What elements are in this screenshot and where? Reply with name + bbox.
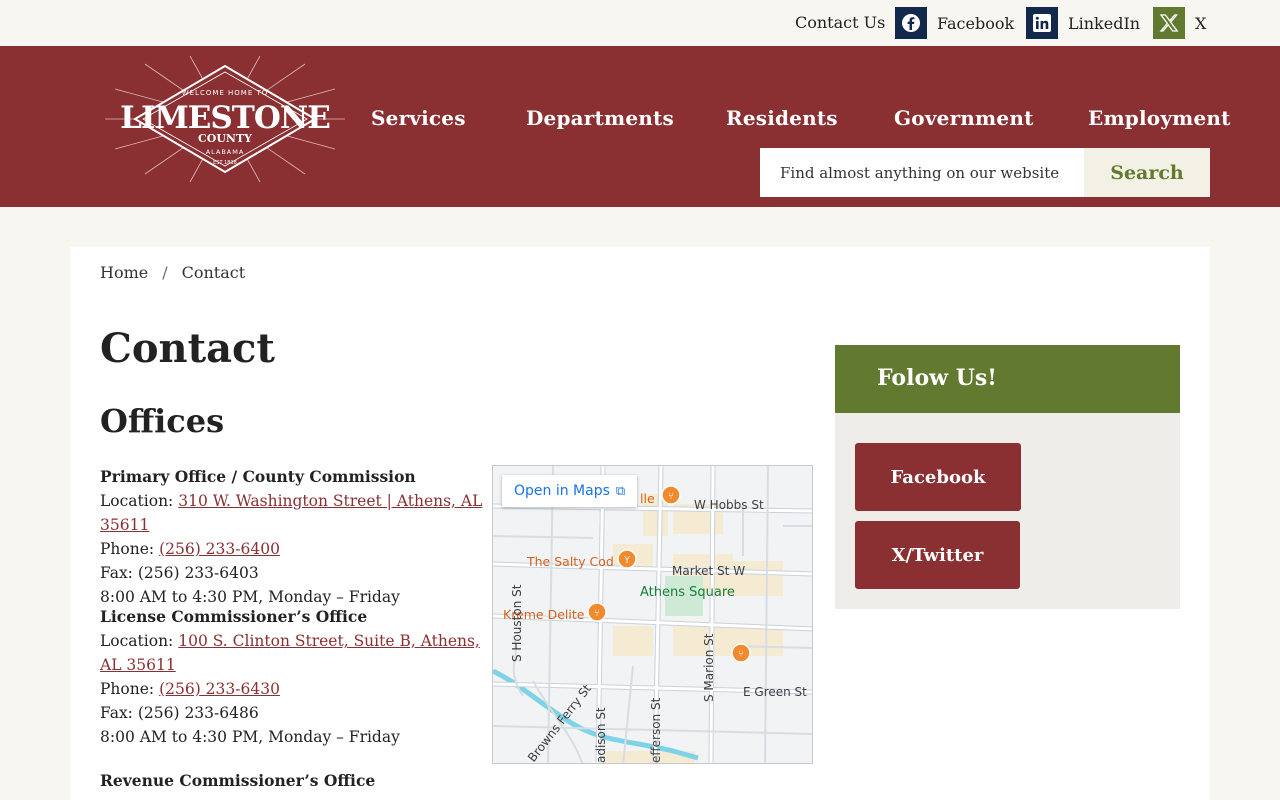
logo-top-text: WELCOME HOME TO xyxy=(182,89,269,97)
logo-state: ALABAMA xyxy=(206,148,245,156)
facebook-link[interactable]: Facebook xyxy=(895,7,1014,39)
svg-text:⑂: ⑂ xyxy=(594,608,600,619)
map-poi-label: lle xyxy=(640,491,655,506)
logo-est: EST 1818 xyxy=(213,160,237,166)
svg-text:⑂: ⑂ xyxy=(668,491,674,502)
map-street-label: E Green St xyxy=(743,685,807,699)
utility-bar: Contact Us Facebook LinkedIn X xyxy=(0,0,1280,46)
facebook-icon xyxy=(895,7,927,39)
section-title: Offices xyxy=(100,402,225,440)
svg-text:⑂: ⑂ xyxy=(738,649,744,660)
linkedin-link[interactable]: LinkedIn xyxy=(1026,7,1140,39)
site-header: WELCOME HOME TO LIMESTONE COUNTY ALABAMA… xyxy=(0,46,1280,207)
contact-us-link[interactable]: Contact Us xyxy=(795,13,885,32)
map-street-label: S Houston St xyxy=(510,584,524,662)
follow-x-twitter-button[interactable]: X/Twitter xyxy=(855,521,1020,589)
external-link-icon: ⧉ xyxy=(615,483,626,499)
phone-label: Phone: xyxy=(100,680,155,698)
office-revenue: Revenue Commissioner’s Office xyxy=(100,769,485,793)
location-label: Location: xyxy=(100,632,174,650)
nav-services[interactable]: Services xyxy=(371,106,466,130)
office-phone-link[interactable]: (256) 233-6430 xyxy=(159,680,280,698)
follow-us-panel: Folow Us! Facebook X/Twitter xyxy=(835,345,1180,609)
map-street-label: S Marion St xyxy=(702,633,716,703)
map-street-label: adison St xyxy=(594,707,608,763)
map-pin[interactable]: ⑂ xyxy=(731,643,751,663)
location-label: Location: xyxy=(100,492,174,510)
office-primary: Primary Office / County Commission Locat… xyxy=(100,465,485,609)
map-street-label: efferson St xyxy=(649,697,663,763)
search-button[interactable]: Search xyxy=(1084,148,1210,197)
nav-government[interactable]: Government xyxy=(894,106,1034,130)
nav-departments[interactable]: Departments xyxy=(526,106,674,130)
linkedin-label: LinkedIn xyxy=(1068,13,1141,33)
x-link[interactable]: X xyxy=(1153,7,1206,39)
office-name: Primary Office / County Commission xyxy=(100,467,416,486)
search-input[interactable] xyxy=(760,148,1084,197)
map-street-label: Market St W xyxy=(672,564,746,578)
map-poi-label: The Salty Cod xyxy=(527,554,614,569)
page-title: Contact xyxy=(100,325,275,372)
content-card: Home / Contact Contact Offices Primary Off… xyxy=(70,247,1210,800)
office-fax: Fax: (256) 233-6403 xyxy=(100,564,259,582)
map-pin[interactable]: Y xyxy=(617,549,637,569)
breadcrumb-current: Contact xyxy=(181,263,246,282)
x-icon xyxy=(1153,7,1185,39)
map-street-label: W Hobbs St xyxy=(694,498,764,512)
nav-residents[interactable]: Residents xyxy=(726,106,838,130)
office-name: Revenue Commissioner’s Office xyxy=(100,771,376,790)
breadcrumb-separator: / xyxy=(162,263,168,282)
follow-facebook-button[interactable]: Facebook xyxy=(855,443,1021,511)
x-label: X xyxy=(1195,13,1207,33)
phone-label: Phone: xyxy=(100,540,155,558)
logo-name: LIMESTONE xyxy=(120,100,330,136)
office-map[interactable]: ⑂ Y ⑂ ⑂ Open in Maps ⧉ lle The Salty Cod… xyxy=(492,465,813,764)
logo-county: COUNTY xyxy=(198,132,252,145)
office-phone-link[interactable]: (256) 233-6400 xyxy=(159,540,280,558)
svg-text:Y: Y xyxy=(623,555,631,566)
map-pin[interactable]: ⑂ xyxy=(661,485,681,505)
open-in-maps-label: Open in Maps xyxy=(514,483,610,499)
facebook-label: Facebook xyxy=(937,13,1015,33)
open-in-maps-button[interactable]: Open in Maps ⧉ xyxy=(502,475,638,507)
office-license: License Commissioner’s Office Location: … xyxy=(100,605,480,749)
limestone-county-logo[interactable]: WELCOME HOME TO LIMESTONE COUNTY ALABAMA… xyxy=(100,54,350,184)
linkedin-icon xyxy=(1026,7,1058,39)
breadcrumb: Home / Contact xyxy=(100,263,245,282)
follow-us-title: Folow Us! xyxy=(835,345,1180,413)
nav-employment[interactable]: Employment xyxy=(1088,106,1231,130)
map-park-label: Athens Square xyxy=(640,585,735,600)
office-fax: Fax: (256) 233-6486 xyxy=(100,704,259,722)
office-hours: 8:00 AM to 4:30 PM, Monday – Friday xyxy=(100,728,400,746)
map-pin[interactable]: ⑂ xyxy=(587,602,607,622)
breadcrumb-home[interactable]: Home xyxy=(100,263,148,282)
office-name: License Commissioner’s Office xyxy=(100,607,368,626)
